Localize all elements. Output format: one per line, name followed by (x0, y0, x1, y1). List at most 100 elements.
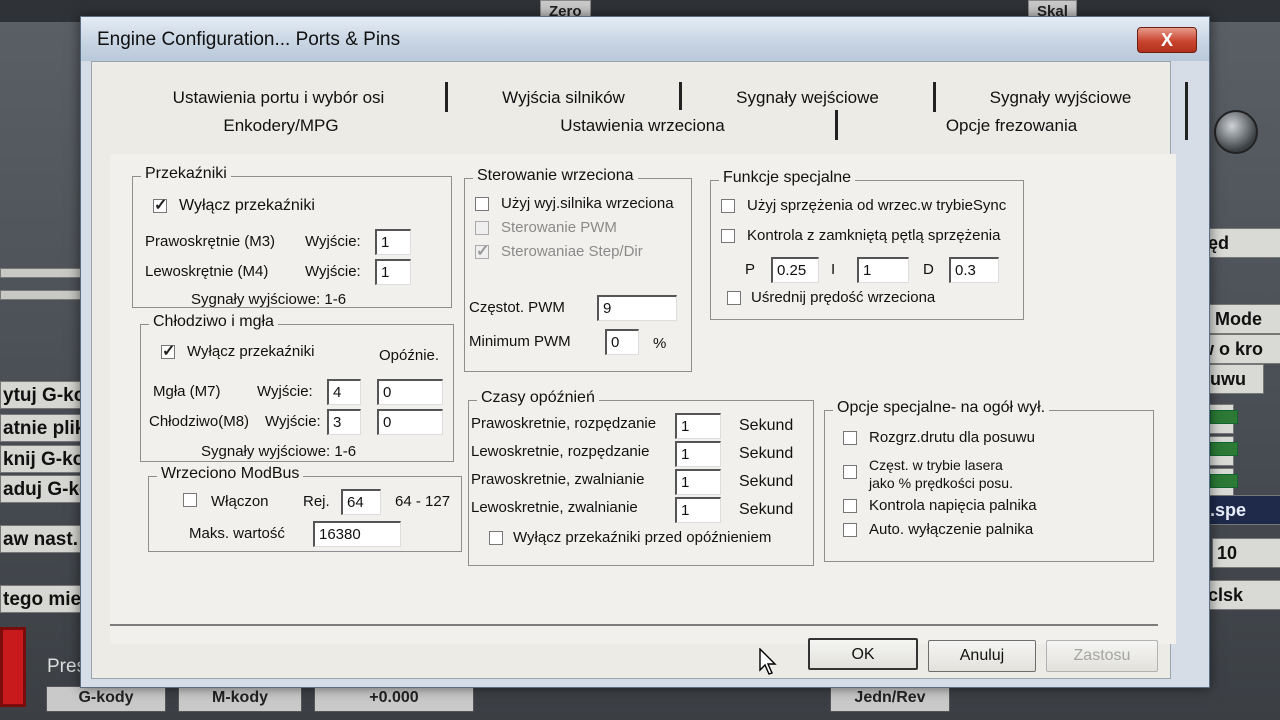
tab-row-1: Ustawienia portu i wybór osi Wyjścia sil… (112, 82, 1188, 112)
coolant-mist-delay-field[interactable]: 0 (377, 379, 443, 405)
delay-row-unit: Sekund (739, 417, 794, 434)
bg-led-icon (1210, 474, 1238, 488)
laser-freq-checkbox[interactable] (843, 465, 857, 479)
relays-ccw-output-field[interactable]: 1 (375, 259, 411, 285)
average-speed-checkbox[interactable] (727, 291, 741, 305)
pid-d-field[interactable]: 0.3 (949, 257, 999, 283)
dialog-client-area: Ustawienia portu i wybór osi Wyjścia sil… (91, 61, 1188, 679)
relays-ccw-label: Lewoskrętnie (M4) (145, 263, 269, 280)
bg-led-icon (1210, 442, 1238, 456)
disable-relays-before-delay-label: Wyłącz przekaźniki przed opóźnieniem (513, 529, 772, 546)
coolant-note: Sygnały wyjściowe: 1-6 (201, 443, 357, 460)
coolant-disable-checkbox[interactable] (161, 341, 175, 361)
modbus-reg-field[interactable]: 64 (341, 489, 381, 515)
closed-loop-checkbox[interactable] (721, 229, 735, 243)
delay-row-unit: Sekund (739, 445, 794, 462)
coolant-flood-output-field[interactable]: 3 (327, 409, 361, 435)
coolant-flood-label: Chłodziwo(M8) (149, 413, 250, 430)
spindle-stepdir-checkbox[interactable] (475, 241, 489, 261)
bg-led-icon (1210, 410, 1238, 424)
tab-row-2: Enkodery/MPG Ustawienia wrzeciona Opcje … (112, 110, 1188, 140)
tab-mill-options[interactable]: Opcje frezowania (838, 110, 1188, 140)
modbus-reg-range: 64 - 127 (395, 493, 451, 510)
torch-voltage-checkbox[interactable] (843, 499, 857, 513)
tab-output-signals[interactable]: Sygnały wyjściowe (936, 82, 1188, 112)
coolant-flood-output-label: Wyjście: (265, 413, 321, 430)
relays-cw-output-field[interactable]: 1 (375, 229, 411, 255)
bg-gcodes-tab[interactable]: G-kody (46, 686, 166, 712)
pid-i-label: I (831, 261, 836, 278)
relays-group-title: Przekaźniki (141, 165, 231, 183)
coolant-mist-output-field[interactable]: 4 (327, 379, 361, 405)
modbus-enabled-checkbox[interactable] (183, 493, 197, 507)
coolant-group: Chłodziwo i mgła Wyłącz przekaźniki Opóź… (140, 313, 454, 462)
modbus-max-field[interactable]: 16380 (313, 521, 401, 547)
spindle-min-pwm-field[interactable]: 0 (605, 329, 639, 355)
spindle-use-motor-checkbox[interactable] (475, 197, 489, 211)
spindle-pwm-label: Sterowanie PWM (501, 219, 617, 236)
spindle-min-pwm-label: Minimum PWM (469, 333, 571, 350)
relays-group: Przekaźniki Wyłącz przekaźniki Prawoskrę… (132, 165, 452, 308)
pid-p-field[interactable]: 0.25 (771, 257, 819, 283)
tab-input-signals[interactable]: Sygnały wejściowe (682, 82, 936, 112)
sync-feedback-checkbox[interactable] (721, 199, 735, 213)
delay-row-field[interactable]: 1 (675, 497, 721, 523)
spindle-pwm-checkbox[interactable] (475, 221, 489, 235)
apply-button[interactable]: Zastosu (1046, 640, 1158, 672)
tab-motor-outputs[interactable]: Wyjścia silników (448, 82, 682, 112)
spindle-pwm-freq-field[interactable]: 9 (597, 295, 677, 321)
delay-row-label: Lewoskretnie, zwalnianie (471, 499, 638, 516)
modbus-group: Wrzeciono ModBus Włączon Rej. 64 64 - 12… (148, 465, 462, 552)
torch-voltage-label: Kontrola napięcia palnika (869, 497, 1037, 514)
close-button[interactable]: X (1137, 27, 1197, 53)
modbus-reg-label: Rej. (303, 493, 330, 510)
delay-row-label: Lewoskretnie, rozpędzanie (471, 443, 650, 460)
coolant-mist-output-label: Wyjście: (257, 383, 313, 400)
tab-port-axis[interactable]: Ustawienia portu i wybór osi (112, 82, 448, 112)
spindle-setup-panel: Przekaźniki Wyłącz przekaźniki Prawoskrę… (110, 154, 1176, 644)
bg-mcodes-tab[interactable]: M-kody (178, 686, 302, 712)
coolant-flood-delay-field[interactable]: 0 (377, 409, 443, 435)
torch-auto-off-label: Auto. wyłączenie palnika (869, 521, 1034, 538)
bg-units-rev: Jedn/Rev (830, 686, 950, 712)
bg-reset-button[interactable] (0, 627, 26, 707)
disable-relays-before-delay-checkbox[interactable] (489, 531, 503, 545)
wire-heat-checkbox[interactable] (843, 431, 857, 445)
spindle-control-group: Sterowanie wrzeciona Użyj wyj.silnika wr… (464, 167, 692, 372)
torch-auto-off-checkbox[interactable] (843, 523, 857, 537)
tab-encoders-mpg[interactable]: Enkodery/MPG (112, 110, 450, 140)
button-separator (110, 624, 1158, 626)
delay-row-field[interactable]: 1 (675, 413, 721, 439)
relays-cw-label: Prawoskrętnie (M3) (145, 233, 276, 250)
cancel-button[interactable]: Anuluj (928, 640, 1036, 672)
delay-row-unit: Sekund (739, 473, 794, 490)
coolant-delay-header: Opóźnie. (379, 347, 440, 364)
modbus-enabled-label: Włączon (211, 493, 269, 510)
wire-heat-label: Rozgrz.drutu dla posuwu (869, 429, 1035, 446)
relays-note: Sygnały wyjściowe: 1-6 (191, 291, 347, 308)
delay-row-unit: Sekund (739, 501, 794, 518)
dialog-titlebar[interactable]: Engine Configuration... Ports & Pins X (81, 17, 1209, 61)
pid-i-field[interactable]: 1 (857, 257, 909, 283)
average-speed-label: Uśrednij prędość wrzeciona (751, 289, 936, 306)
delay-row-field[interactable]: 1 (675, 469, 721, 495)
delays-group: Czasy opóźnień Prawoskretnie, rozpędzani… (468, 389, 814, 566)
bg-knob-icon[interactable] (1214, 110, 1258, 154)
special-options-group: Opcje specjalne- na ogół wył. Rozgrz.dru… (824, 399, 1154, 562)
delay-row-field[interactable]: 1 (675, 441, 721, 467)
modbus-group-title: Wrzeciono ModBus (157, 465, 304, 483)
special-functions-title: Funkcje specjalne (719, 169, 856, 187)
tab-spindle-setup[interactable]: Ustawienia wrzeciona (450, 110, 838, 140)
spindle-stepdir-label: Sterowaniae Step/Dir (501, 243, 643, 260)
relays-disable-checkbox[interactable] (153, 195, 167, 215)
modbus-max-label: Maks. wartość (189, 525, 285, 542)
relays-disable-label: Wyłącz przekaźniki (179, 197, 315, 214)
dialog-title: Engine Configuration... Ports & Pins (97, 29, 401, 50)
engine-config-dialog: Engine Configuration... Ports & Pins X U… (80, 16, 1210, 688)
pid-d-label: D (923, 261, 934, 278)
mouse-cursor-icon (759, 648, 777, 675)
delays-title: Czasy opóźnień (477, 389, 599, 407)
relays-cw-output-label: Wyjście: (305, 233, 361, 250)
spindle-control-title: Sterowanie wrzeciona (473, 167, 638, 185)
ok-button[interactable]: OK (808, 638, 918, 670)
